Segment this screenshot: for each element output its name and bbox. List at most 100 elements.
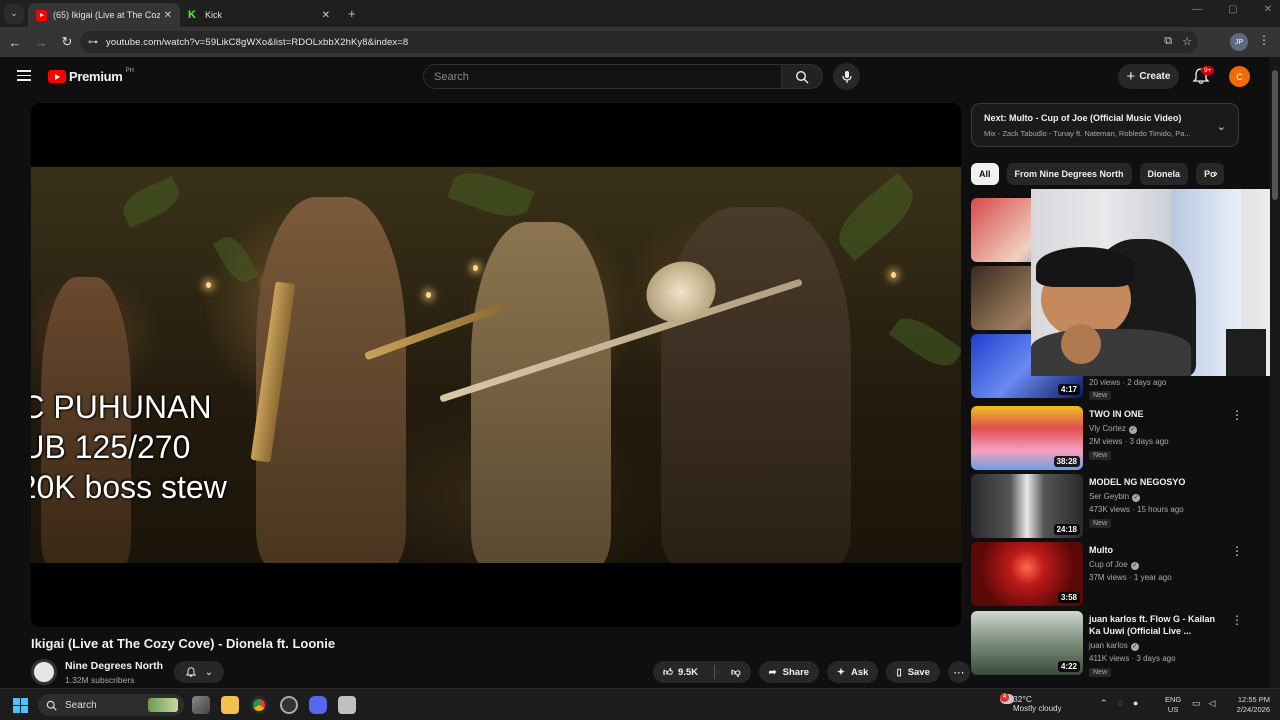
chip-all[interactable]: All xyxy=(971,163,999,185)
video-title[interactable]: juan karlos ft. Flow G - Kailan Ka Uuwi … xyxy=(1089,613,1227,637)
video-channel[interactable]: Vly Cortez ✓ xyxy=(1089,424,1137,434)
stream-overlay-text: PC PUHUNAN SUB 125/270 +20K boss stew xyxy=(31,387,227,507)
tab-kick[interactable]: K Kick ✕ xyxy=(180,3,338,27)
ask-button[interactable]: ✦ Ask xyxy=(827,661,879,683)
browser-profile-avatar[interactable]: JP xyxy=(1230,33,1248,51)
microphone-icon xyxy=(841,70,852,83)
video-channel[interactable]: juan karlos ✓ xyxy=(1089,641,1139,651)
minimize-icon[interactable]: — xyxy=(1192,4,1202,15)
quick-settings[interactable]: ▭ ◁ xyxy=(1192,698,1215,709)
like-button[interactable]: 👍︎ 9.5K xyxy=(653,661,708,683)
video-title: Ikigai (Live at The Cozy Cove) - Dionela… xyxy=(31,636,336,651)
tray-app-icon[interactable]: ● xyxy=(1133,698,1138,709)
channel-avatar[interactable] xyxy=(31,659,57,685)
task-view-icon[interactable] xyxy=(192,696,210,714)
list-item[interactable]: 3:58 Multo Cup of Joe ✓ 37M views · 1 yea… xyxy=(971,542,1269,606)
reload-button[interactable]: ↻ xyxy=(56,34,78,50)
windows-start-icon[interactable] xyxy=(13,698,28,713)
channel-name: Ser Geybin xyxy=(1089,492,1130,501)
share-label: Share xyxy=(782,666,810,678)
network-icon[interactable]: ◌ xyxy=(1118,698,1123,709)
expand-chevron-icon[interactable]: ⌄ xyxy=(1217,120,1226,133)
chip-partial[interactable]: Po xyxy=(1196,163,1224,185)
bookmark-star-icon[interactable]: ☆ xyxy=(1182,35,1192,48)
create-button[interactable]: + Create xyxy=(1118,64,1179,89)
more-actions-button[interactable]: ⋯ xyxy=(947,661,970,683)
video-player[interactable]: PC PUHUNAN SUB 125/270 +20K boss stew xyxy=(31,103,961,627)
video-title[interactable]: TWO IN ONE xyxy=(1089,408,1227,420)
more-horizontal-icon: ⋯ xyxy=(953,666,965,679)
channel-name: juan karlos xyxy=(1089,641,1128,650)
system-tray: ⌃ ◌ ● xyxy=(1100,698,1138,709)
address-bar[interactable]: ⊶ youtube.com/watch?v=59LikC8gWXo&list=R… xyxy=(80,31,1198,53)
close-window-icon[interactable]: ✕ xyxy=(1264,4,1272,15)
video-meta: 2M views · 3 days ago xyxy=(1089,437,1169,446)
overlay-line: +20K boss stew xyxy=(31,469,227,505)
account-avatar[interactable]: C xyxy=(1229,66,1250,87)
search-button[interactable] xyxy=(781,64,823,89)
app-icon[interactable] xyxy=(338,696,356,714)
forward-button[interactable]: → xyxy=(30,35,52,50)
tab-close-icon[interactable]: ✕ xyxy=(164,10,172,21)
taskbar-search[interactable]: Search xyxy=(38,694,184,716)
chip-dionela[interactable]: Dionela xyxy=(1139,163,1189,185)
share-button[interactable]: ➦ Share xyxy=(758,661,820,683)
sparkle-icon: ✦ xyxy=(837,666,846,678)
menu-icon[interactable] xyxy=(17,70,31,81)
chrome-icon[interactable] xyxy=(250,696,268,714)
dislike-button[interactable]: 👎︎ xyxy=(721,661,751,683)
more-options-icon[interactable]: ⋮ xyxy=(1231,613,1243,627)
subscription-notifications-button[interactable]: ⌄ xyxy=(174,661,224,683)
playlist-next-panel[interactable]: Next: Multo - Cup of Joe (Official Music… xyxy=(971,103,1239,147)
discord-icon[interactable] xyxy=(309,696,327,714)
youtube-logo[interactable]: Premium PH xyxy=(48,68,134,84)
youtube-play-icon xyxy=(48,70,66,83)
tab-search-button[interactable]: ⌄ xyxy=(4,3,24,24)
share-icon: ➦ xyxy=(768,666,777,678)
list-item[interactable]: 4:22 juan karlos ft. Flow G - Kailan Ka … xyxy=(971,611,1269,677)
file-explorer-icon[interactable] xyxy=(221,696,239,714)
video-thumbnail[interactable]: 3:58 xyxy=(971,542,1083,606)
maximize-icon[interactable]: ▢ xyxy=(1228,4,1237,15)
like-count: 9.5K xyxy=(677,666,699,678)
video-thumbnail[interactable]: 38:28 xyxy=(971,406,1083,470)
install-app-icon[interactable]: ⧉ xyxy=(1164,35,1172,48)
tab-close-icon[interactable]: ✕ xyxy=(322,10,330,21)
video-thumbnail[interactable]: 4:22 xyxy=(971,611,1083,675)
obs-icon[interactable] xyxy=(280,696,298,714)
chip-channel[interactable]: From Nine Degrees North xyxy=(1006,163,1132,185)
site-info-icon[interactable]: ⊶ xyxy=(88,37,98,48)
taskbar-search-label: Search xyxy=(65,699,97,711)
more-options-icon[interactable]: ⋮ xyxy=(1231,544,1243,558)
voice-search-button[interactable] xyxy=(833,63,860,90)
back-button[interactable]: ← xyxy=(4,35,26,50)
language-region: US xyxy=(1167,705,1179,714)
video-title[interactable]: Multo xyxy=(1089,544,1227,556)
weather-alert-badge: 4 xyxy=(1000,693,1009,702)
list-item[interactable]: 24:18 MODEL NG NEGOSYO Ser Geybin ✓ 473K … xyxy=(971,474,1269,538)
browser-tabstrip: ⌄ (65) Ikigai (Live at The Cozy Cove) - … xyxy=(0,0,1280,27)
chevron-right-icon[interactable]: › xyxy=(1214,168,1218,180)
tray-overflow-icon[interactable]: ⌃ xyxy=(1100,698,1108,709)
verified-icon: ✓ xyxy=(1132,494,1141,502)
tab-youtube[interactable]: (65) Ikigai (Live at The Cozy Cove) - Di… xyxy=(28,3,180,27)
taskbar-clock[interactable]: 12:55 PM 2/24/2026 xyxy=(1228,695,1270,715)
list-item[interactable]: 38:28 TWO IN ONE Vly Cortez ✓ 2M views · … xyxy=(971,406,1269,470)
video-thumbnail[interactable]: 24:18 xyxy=(971,474,1083,538)
video-title[interactable]: MODEL NG NEGOSYO xyxy=(1089,476,1227,488)
language-indicator[interactable]: ENG US xyxy=(1165,695,1181,715)
more-options-icon[interactable]: ⋮ xyxy=(1231,408,1243,422)
channel-name[interactable]: Nine Degrees North xyxy=(65,660,163,672)
search-input[interactable] xyxy=(434,70,781,83)
weather-widget[interactable]: 4 32°C Mostly cloudy xyxy=(1000,693,1061,713)
save-button[interactable]: ▯ Save xyxy=(886,661,940,683)
new-tab-button[interactable]: + xyxy=(348,6,356,21)
video-channel[interactable]: Ser Geybin ✓ xyxy=(1089,492,1141,502)
video-meta: 37M views · 1 year ago xyxy=(1089,573,1172,582)
video-channel[interactable]: Cup of Joe ✓ xyxy=(1089,560,1139,570)
video-meta: 411K views · 3 days ago xyxy=(1089,654,1176,663)
next-video-title: Next: Multo - Cup of Joe (Official Music… xyxy=(984,113,1182,123)
scrollbar-thumb[interactable] xyxy=(1272,70,1278,200)
browser-menu-icon[interactable]: ⋮ xyxy=(1258,33,1270,47)
verified-icon: ✓ xyxy=(1130,643,1139,651)
